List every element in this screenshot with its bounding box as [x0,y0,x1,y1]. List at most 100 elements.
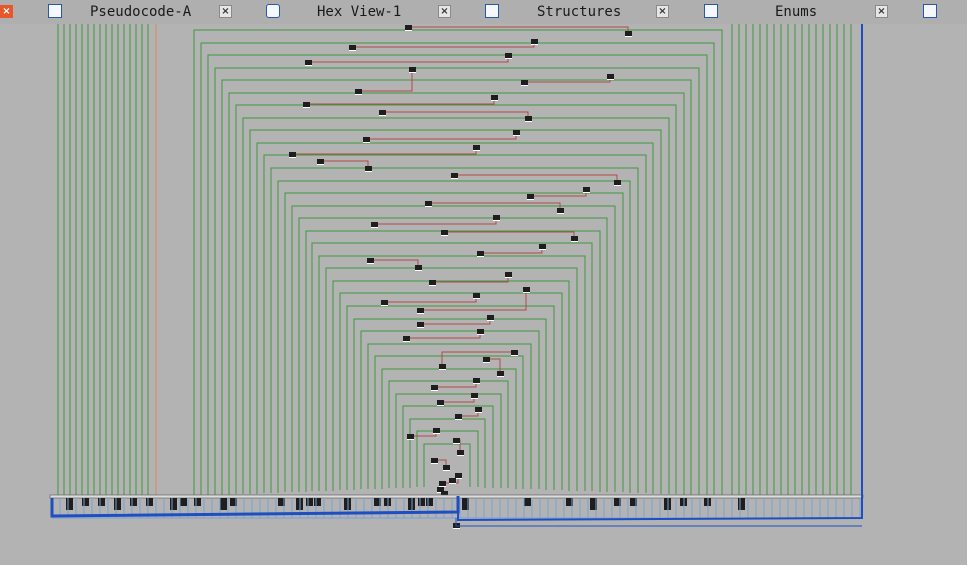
graph-node-base-12 [379,115,386,116]
graph-node-base-36 [381,305,388,306]
graph-node-base-18 [317,164,324,165]
graph-node-22 [527,194,534,199]
bottom-node-22 [524,498,531,506]
edge-true-7 [366,132,517,140]
graph-node-56 [453,438,460,443]
graph-node-base-34 [429,285,436,286]
bottom-node-3 [114,498,121,510]
bottom-node-2 [98,498,105,506]
graph-node-3 [531,39,538,44]
close-active-tab-icon[interactable]: × [0,5,13,18]
bottom-node-19 [418,498,425,506]
graph-node-2 [349,45,356,50]
graph-node-34 [429,280,436,285]
graph-node-59 [443,465,450,470]
graph-node-base-60 [439,486,446,487]
graph-node-base-17 [473,150,480,151]
close-pseudocode-tab-icon[interactable]: × [219,5,232,18]
tab-hex-view-label: Hex View-1 [317,4,402,20]
graph-node-51 [471,393,478,398]
graph-node-base-44 [511,355,518,356]
graph-node-base-6 [521,85,528,86]
close-hex-view-tab-icon[interactable]: × [438,5,451,18]
graph-node-base-8 [355,94,362,95]
graph-node-48 [431,385,438,390]
graph-node-base-35 [505,277,512,278]
bottom-node-6 [170,498,177,510]
graph-node-46 [483,357,490,362]
graph-node-27 [493,215,500,220]
edge-true-8 [292,147,477,155]
graph-node-38 [417,308,424,313]
edge-true-18 [384,295,477,303]
graph-node-17 [473,145,480,150]
graph-node-33 [415,265,422,270]
bottom-node-8 [194,498,201,506]
graph-node-base-22 [527,199,534,200]
graph-node-32 [367,258,374,263]
graph-node-30 [477,251,484,256]
edge-nested-32 [416,430,479,487]
graph-node-64 [449,478,456,483]
edge-true-21 [420,317,491,325]
graph-node-base-28 [441,235,448,236]
edge-true-9 [320,160,369,168]
edge-true-16 [370,259,419,267]
graph-node-base-58 [431,463,438,464]
edge-true-20 [406,331,481,339]
edge-nested-6 [235,104,677,494]
graph-node-base-11 [491,100,498,101]
close-enums-tab-icon[interactable]: × [875,5,888,18]
edge-true-22 [441,351,514,366]
graph-node-base-50 [437,405,444,406]
graph-node-base-27 [493,220,500,221]
graph-node-base-3 [531,44,538,45]
edge-nested-16 [305,230,601,492]
graph-node-base-5 [505,58,512,59]
graph-node-18 [317,159,324,164]
graph-node-base-48 [431,390,438,391]
graph-node-60 [439,481,446,486]
pseudocode-icon [48,4,62,18]
graph-node-50 [437,400,444,405]
graph-node-19 [365,166,372,171]
graph-node-20 [451,173,458,178]
graph-node-37 [473,293,480,298]
graph-node-47 [497,371,504,376]
edge-nested-18 [318,255,586,491]
graph-node-base-37 [473,298,480,299]
graph-node-base-0 [405,30,412,31]
graph-node-base-46 [483,362,490,363]
close-structures-tab-icon[interactable]: × [656,5,669,18]
graph-node-base-15 [513,135,520,136]
graph-node-base-1 [625,36,632,37]
graph-node-13 [525,116,532,121]
graph-overview[interactable] [0,24,967,565]
bottom-node-13 [306,498,313,506]
graph-node-52 [455,414,462,419]
graph-node-25 [557,208,564,213]
graph-node-6 [521,80,528,85]
bottom-node-4 [130,498,137,506]
graph-node-base-65 [453,528,460,529]
bottom-node-5 [146,498,153,506]
graph-node-base-45 [439,369,446,370]
graph-node-base-47 [497,376,504,377]
graph-node-base-31 [539,249,546,250]
graph-node-9 [409,67,416,72]
graph-node-base-57 [457,455,464,456]
bottom-node-20 [426,498,433,506]
tab-enums-label: Enums [775,4,818,20]
graph-node-14 [363,137,370,142]
graph-node-base-42 [417,327,424,328]
structures-icon [485,4,499,18]
graph-node-base-39 [523,292,530,293]
graph-node-5 [505,53,512,58]
graph-node-base-23 [583,192,590,193]
graph-node-base-26 [371,227,378,228]
bottom-node-0 [66,498,73,510]
graph-node-base-53 [475,412,482,413]
graph-node-base-52 [455,419,462,420]
enums-icon [704,4,718,18]
graph-node-base-14 [363,142,370,143]
